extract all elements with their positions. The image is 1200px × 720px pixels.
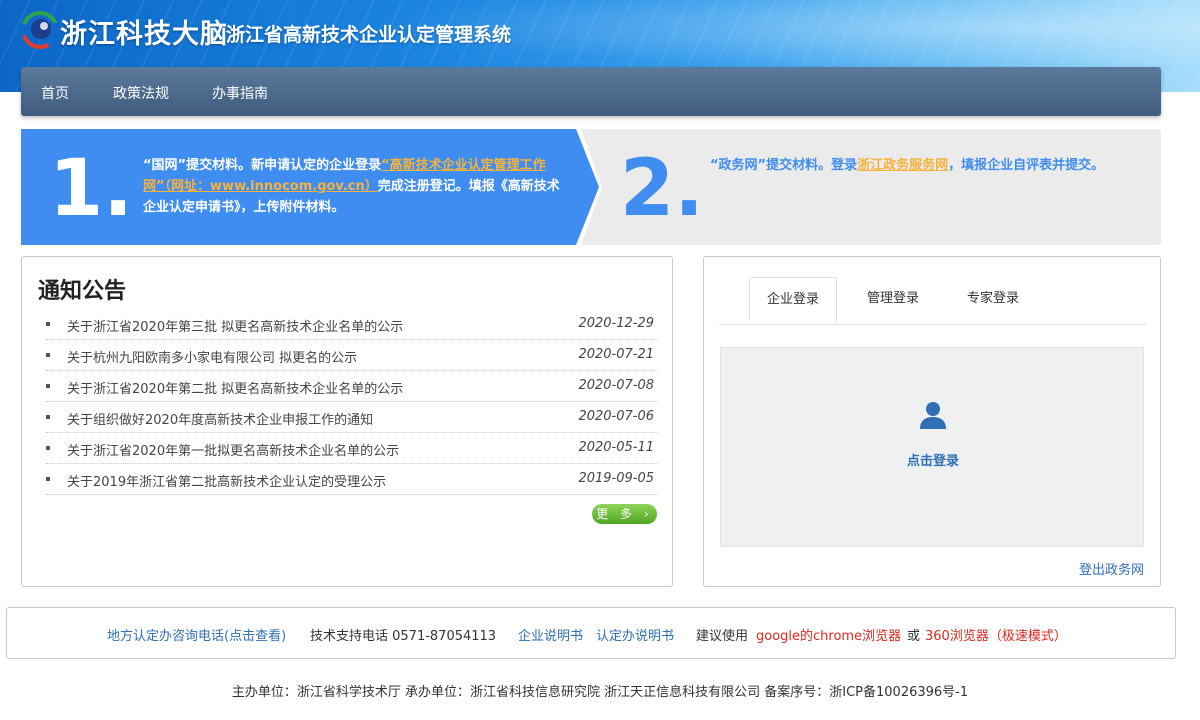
- notice-item-title[interactable]: 关于杭州九阳欧南多小家电有限公司 拟更名的公示: [67, 347, 357, 366]
- bullet-icon: [46, 477, 50, 481]
- notice-item: 关于浙江省2020年第二批 拟更名高新技术企业名单的公示 2020-07-08: [46, 371, 658, 402]
- step-one-text: “国网”提交材料。新申请认定的企业登录“高新技术企业认定管理工作网”（网址：ww…: [143, 155, 563, 218]
- chrome-browser-text: google的chrome浏览器: [756, 629, 902, 644]
- nav-item-policy[interactable]: 政策法规: [113, 83, 169, 103]
- notice-item-date: 2020-07-08: [578, 378, 654, 393]
- step-two-number: 2.: [620, 144, 704, 234]
- bullet-icon: [46, 446, 50, 450]
- notice-item: 关于杭州九阳欧南多小家电有限公司 拟更名的公示 2020-07-21: [46, 340, 658, 371]
- notice-item-date: 2020-07-21: [578, 347, 654, 362]
- tab-expert-login[interactable]: 专家登录: [949, 277, 1037, 321]
- logout-link[interactable]: 登出政务网: [1079, 559, 1144, 578]
- notice-item: 关于浙江省2020年第一批拟更名高新技术企业名单的公示 2020-05-11: [46, 433, 658, 464]
- system-title: 浙江省高新技术企业认定管理系统: [226, 24, 512, 46]
- notice-panel: 通知公告 关于浙江省2020年第三批 拟更名高新技术企业名单的公示 2020-12…: [21, 256, 673, 587]
- brain-logo-icon: [21, 11, 59, 49]
- bullet-icon: [46, 353, 50, 357]
- brand-name: 浙江科技大脑: [60, 19, 228, 50]
- tab-enterprise-login[interactable]: 企业登录: [749, 277, 837, 322]
- zhejiang-gov-service-link[interactable]: 浙江政务服务网: [857, 158, 948, 173]
- notice-item-date: 2020-12-29: [578, 316, 654, 331]
- notice-item-date: 2019-09-05: [578, 471, 654, 486]
- bullet-icon: [46, 384, 50, 388]
- notice-item: 关于2019年浙江省第二批高新技术企业认定的受理公示 2019-09-05: [46, 464, 658, 495]
- step-one-number: 1.: [49, 144, 133, 234]
- notice-item: 关于浙江省2020年第三批 拟更名高新技术企业名单的公示 2020-12-29: [46, 309, 658, 340]
- company-manual-link[interactable]: 企业说明书: [518, 625, 583, 644]
- nav-item-home[interactable]: 首页: [41, 83, 69, 103]
- login-tabs: 企业登录 管理登录 专家登录: [719, 277, 1146, 325]
- step-two-panel: 2. “政务网”提交材料。登录浙江政务服务网，填报企业自评表并提交。: [578, 129, 1161, 245]
- browser-or-text: 或: [907, 629, 921, 644]
- click-login-area[interactable]: 点击登录: [720, 347, 1144, 547]
- main-nav: 首页 政策法规 办事指南: [21, 67, 1161, 116]
- notice-item-title[interactable]: 关于浙江省2020年第一批拟更名高新技术企业名单的公示: [67, 440, 399, 459]
- login-panel: 企业登录 管理登录 专家登录 点击登录 登出政务网: [703, 256, 1161, 587]
- step-two-text-before: “政务网”提交材料。登录: [710, 158, 858, 173]
- notice-item-date: 2020-07-06: [578, 409, 654, 424]
- notice-item-title[interactable]: 关于组织做好2020年度高新技术企业申报工作的通知: [67, 409, 373, 428]
- step-one-panel: 1. “国网”提交材料。新申请认定的企业登录“高新技术企业认定管理工作网”（网址…: [21, 129, 599, 245]
- nav-item-guide[interactable]: 办事指南: [212, 83, 268, 103]
- bullet-icon: [46, 415, 50, 419]
- copyright-text: 主办单位：浙江省科学技术厅 承办单位：浙江省科技信息研究院 浙江天正信息科技有限…: [231, 685, 969, 700]
- user-icon: [920, 402, 946, 429]
- bullet-icon: [46, 322, 50, 326]
- more-button[interactable]: 更 多 ›: [592, 504, 657, 524]
- office-manual-link[interactable]: 认定办说明书: [596, 625, 674, 644]
- notice-item-date: 2020-05-11: [578, 440, 654, 455]
- notice-item: 关于组织做好2020年度高新技术企业申报工作的通知 2020-07-06: [46, 402, 658, 433]
- browser-360-text: 360浏览器（极速模式）: [925, 629, 1067, 644]
- step-one-text-before: “国网”提交材料。新申请认定的企业登录: [143, 158, 382, 173]
- footer-info-bar: 地方认定办咨询电话(点击查看) 技术支持电话 0571-87054113 企业说…: [6, 607, 1176, 659]
- notice-title: 通知公告: [38, 279, 127, 304]
- step-two-text: “政务网”提交材料。登录浙江政务服务网，填报企业自评表并提交。: [710, 155, 1140, 176]
- step-two-text-after: ，填报企业自评表并提交。: [948, 158, 1105, 173]
- tab-admin-login[interactable]: 管理登录: [849, 277, 937, 321]
- notice-list: 关于浙江省2020年第三批 拟更名高新技术企业名单的公示 2020-12-29 关…: [46, 309, 658, 495]
- notice-item-title[interactable]: 关于2019年浙江省第二批高新技术企业认定的受理公示: [67, 471, 386, 490]
- notice-item-title[interactable]: 关于浙江省2020年第二批 拟更名高新技术企业名单的公示: [67, 378, 403, 397]
- click-login-label[interactable]: 点击登录: [721, 450, 1145, 469]
- consult-phone-link[interactable]: 地方认定办咨询电话(点击查看): [107, 625, 286, 644]
- browser-prefix: 建议使用: [696, 629, 749, 644]
- tech-support-text: 技术支持电话 0571-87054113: [310, 629, 497, 644]
- notice-item-title[interactable]: 关于浙江省2020年第三批 拟更名高新技术企业名单的公示: [67, 316, 403, 335]
